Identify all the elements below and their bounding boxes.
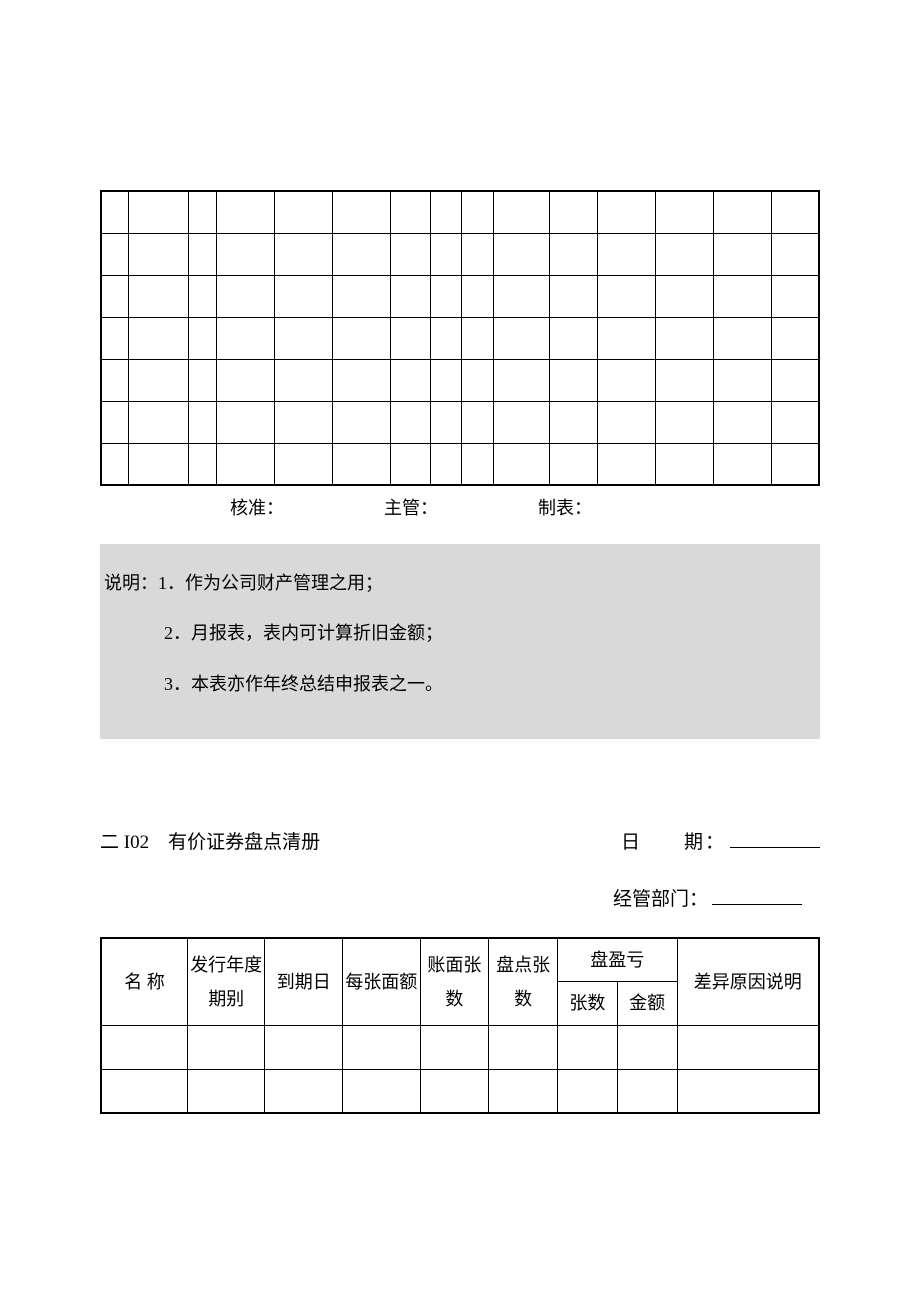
dept-label: 经管部门： bbox=[613, 889, 708, 910]
table-row bbox=[101, 317, 819, 359]
table-row bbox=[101, 443, 819, 485]
date-field: 日 期： bbox=[621, 827, 820, 854]
table-row bbox=[101, 1025, 819, 1069]
date-label: 日 期： bbox=[621, 832, 726, 853]
header-issue-year: 发行年度期别 bbox=[187, 938, 265, 1025]
table-row bbox=[101, 401, 819, 443]
supervisor-label: 主管： bbox=[384, 494, 438, 520]
signature-row: 核准： 主管： 制表： bbox=[100, 494, 820, 520]
approve-label: 核准： bbox=[230, 494, 284, 520]
header-row-1: 名 称 发行年度期别 到期日 每张面额 账面张数 盘点张数 盘盈亏 差异原因说明 bbox=[101, 938, 819, 982]
note-line-1: 说明：1．作为公司财产管理之用； bbox=[104, 558, 816, 608]
header-book-sheets: 账面张数 bbox=[420, 938, 489, 1025]
header-name: 名 称 bbox=[101, 938, 187, 1025]
header-profit-loss: 盘盈亏 bbox=[557, 938, 677, 982]
section2-header: 二 I02 有价证券盘点清册 日 期： bbox=[100, 827, 820, 854]
table-row bbox=[101, 191, 819, 233]
header-face-value: 每张面额 bbox=[343, 938, 421, 1025]
table-row bbox=[101, 275, 819, 317]
preparer-label: 制表： bbox=[538, 494, 592, 520]
note-line-3: 3．本表亦作年终总结申报表之一。 bbox=[104, 659, 816, 709]
header-reason: 差异原因说明 bbox=[677, 938, 819, 1025]
date-underline bbox=[730, 830, 820, 848]
header-count-sheets: 盘点张数 bbox=[489, 938, 558, 1025]
header-pl-amount: 金额 bbox=[617, 982, 677, 1025]
dept-row: 经管部门： bbox=[100, 884, 820, 911]
header-due-date: 到期日 bbox=[265, 938, 343, 1025]
asset-table-body bbox=[101, 191, 819, 485]
note-line-2: 2．月报表，表内可计算折旧金额； bbox=[104, 608, 816, 658]
asset-table bbox=[100, 190, 820, 486]
dept-underline bbox=[712, 887, 802, 905]
header-pl-sheets: 张数 bbox=[557, 982, 617, 1025]
notes-box: 说明：1．作为公司财产管理之用； 2．月报表，表内可计算折旧金额； 3．本表亦作… bbox=[100, 544, 820, 739]
section2-title: 二 I02 有价证券盘点清册 bbox=[100, 827, 320, 854]
table-row bbox=[101, 233, 819, 275]
table-row bbox=[101, 359, 819, 401]
securities-table: 名 称 发行年度期别 到期日 每张面额 账面张数 盘点张数 盘盈亏 差异原因说明… bbox=[100, 937, 820, 1114]
table-row bbox=[101, 1069, 819, 1113]
